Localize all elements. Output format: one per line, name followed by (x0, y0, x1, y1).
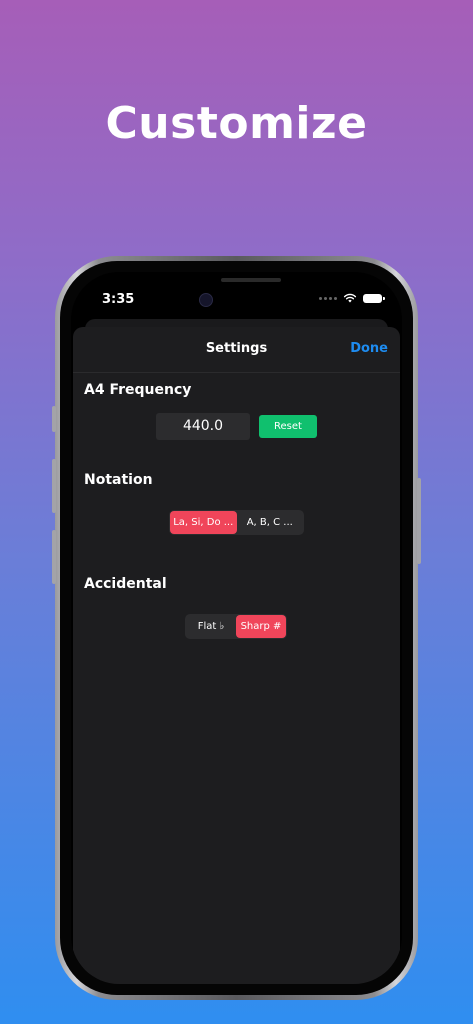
reset-button[interactable]: Reset (259, 415, 317, 438)
accidental-option-flat[interactable]: Flat ♭ (186, 615, 236, 638)
status-icons (319, 293, 385, 303)
battery-icon (363, 293, 385, 303)
wifi-icon (343, 293, 357, 303)
accidental-label: Accidental (84, 576, 167, 592)
a4-frequency-label: A4 Frequency (84, 382, 192, 398)
power-button (417, 478, 421, 564)
done-button[interactable]: Done (350, 341, 388, 356)
status-time: 3:35 (102, 292, 135, 307)
volume-down-button (52, 530, 56, 584)
phone-frame: 3:35 Settings Done A4 Frequency Reset No… (52, 256, 421, 1000)
silent-switch (52, 406, 56, 432)
navigation-bar: Settings Done (73, 327, 400, 373)
volume-up-button (52, 459, 56, 513)
phone-screen: 3:35 Settings Done A4 Frequency Reset No… (71, 272, 402, 984)
accidental-option-sharp[interactable]: Sharp # (236, 615, 286, 638)
notation-option-solfege[interactable]: La, Si, Do ... (170, 511, 237, 534)
front-camera (199, 293, 213, 307)
notation-segmented-control: La, Si, Do ... A, B, C ... (169, 510, 304, 535)
cellular-signal-icon (319, 296, 337, 300)
settings-sheet: Settings Done A4 Frequency Reset Notatio… (73, 327, 400, 984)
earpiece-speaker (221, 278, 281, 282)
frequency-input[interactable] (156, 413, 250, 440)
accidental-segmented-control: Flat ♭ Sharp # (185, 614, 287, 639)
headline: Customize (105, 98, 368, 149)
notation-option-letters[interactable]: A, B, C ... (237, 511, 304, 534)
notation-label: Notation (84, 472, 153, 488)
